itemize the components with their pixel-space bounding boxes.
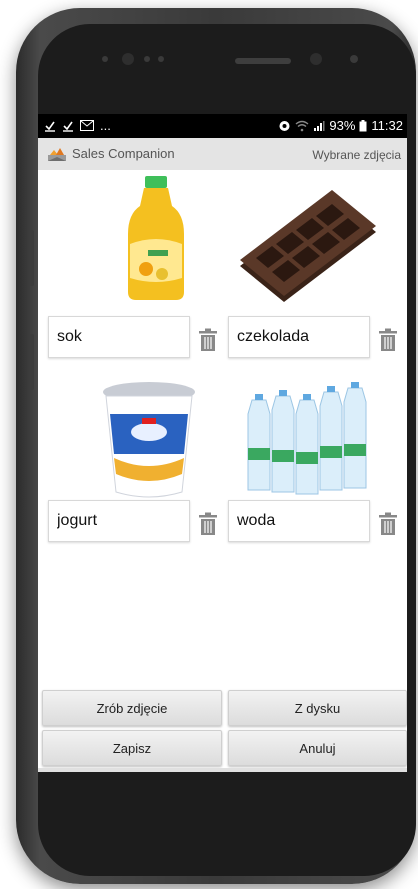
sensor-dot [158,56,164,62]
power-button [29,334,34,390]
status-ellipsis: ... [100,118,111,133]
status-bar: ... 93% 11:32 [38,114,407,138]
yogurt-cup-photo[interactable] [74,374,224,504]
earpiece-speaker [235,58,291,64]
item-name-input[interactable] [48,500,190,542]
chocolate-bar-photo[interactable] [232,174,382,304]
save-button[interactable]: Zapisz [42,730,222,766]
battery-percent: 93% [329,118,356,133]
wifi-icon [295,120,309,131]
cancel-button[interactable]: Anuluj [228,730,407,766]
clock: 11:32 [371,118,403,133]
mail-icon [80,120,94,131]
app-bar: Sales Companion Wybrane zdjęcia [38,138,407,170]
volume-button [29,230,34,286]
battery-icon [359,119,367,131]
sensor-dot [102,56,108,62]
item-name-input[interactable] [228,500,370,542]
app-logo-icon [48,148,66,161]
trash-icon[interactable] [198,328,218,352]
screen: ... 93% 11:32 Sales Companion Wybrane zd… [38,114,407,772]
item-name-input[interactable] [228,316,370,358]
front-camera [122,53,134,65]
water-bottles-photo[interactable] [232,370,382,500]
item-name-input[interactable] [48,316,190,358]
juice-bottle-photo[interactable] [74,174,224,304]
proximity-sensor [350,55,358,63]
download-done-icon [63,121,73,132]
iris-sensor [310,53,322,65]
trash-icon[interactable] [378,512,398,536]
signal-icon [314,120,325,131]
screen-bottom-edge [38,768,407,772]
trash-icon[interactable] [198,512,218,536]
alarm-icon [279,121,290,131]
download-done-icon [45,121,55,132]
sensor-dot [144,56,150,62]
take-photo-button[interactable]: Zrób zdjęcie [42,690,222,726]
trash-icon[interactable] [378,328,398,352]
from-disk-button[interactable]: Z dysku [228,690,407,726]
app-title: Sales Companion [72,146,175,161]
screen-title: Wybrane zdjęcia [312,148,401,162]
